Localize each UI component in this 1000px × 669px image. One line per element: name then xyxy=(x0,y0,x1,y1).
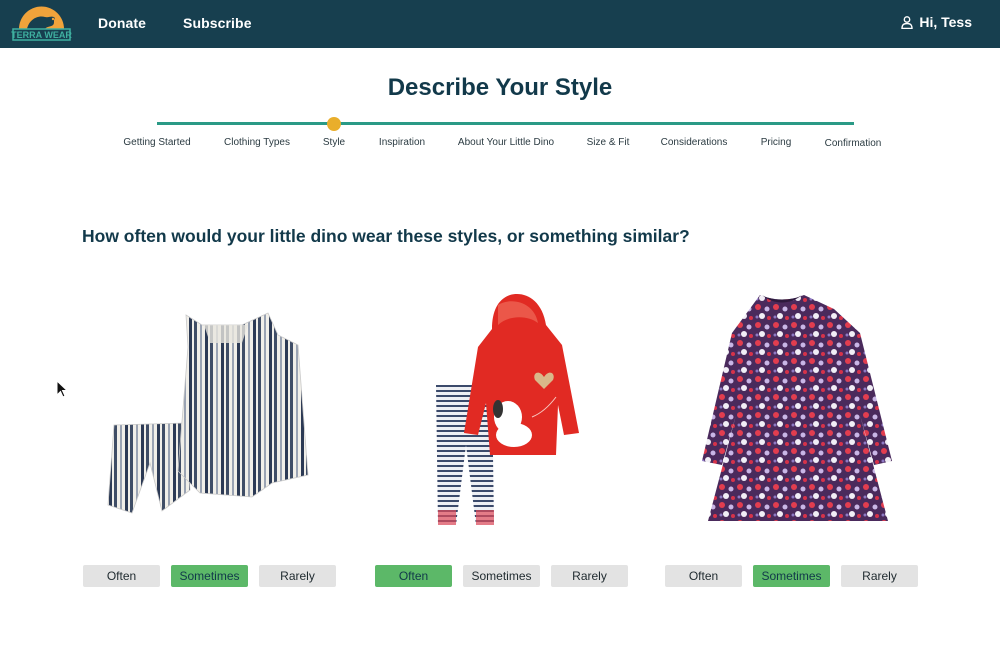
user-account-menu[interactable]: Hi, Tess xyxy=(901,14,972,30)
rating-buttons-product-1: Often Sometimes Rarely xyxy=(83,565,337,587)
striped-top-and-shorts-set-image xyxy=(107,312,309,514)
sometimes-button[interactable]: Sometimes xyxy=(463,565,540,587)
floral-dress-image xyxy=(702,295,892,521)
step-inspiration[interactable]: Inspiration xyxy=(379,137,425,148)
product-card-striped-set xyxy=(82,285,336,535)
current-step-marker xyxy=(327,117,341,131)
rarely-button[interactable]: Rarely xyxy=(551,565,628,587)
progress-track xyxy=(157,122,854,125)
step-clothing-types[interactable]: Clothing Types xyxy=(224,137,290,148)
step-confirmation[interactable]: Confirmation xyxy=(825,138,882,149)
red-hoodie-and-striped-leggings-image xyxy=(436,294,579,525)
step-about-your-little-dino[interactable]: About Your Little Dino xyxy=(458,137,554,148)
sometimes-button[interactable]: Sometimes xyxy=(753,565,830,587)
often-button[interactable]: Often xyxy=(665,565,742,587)
step-getting-started[interactable]: Getting Started xyxy=(123,137,190,148)
mouse-pointer-icon xyxy=(56,380,68,398)
terra-wear-logo[interactable]: TERRA WEAR xyxy=(11,5,72,43)
often-button[interactable]: Often xyxy=(83,565,160,587)
page-title: Describe Your Style xyxy=(387,74,613,101)
svg-text:TERRA WEAR: TERRA WEAR xyxy=(11,30,72,40)
rarely-button[interactable]: Rarely xyxy=(259,565,336,587)
nav-donate-link[interactable]: Donate xyxy=(98,15,146,31)
step-style[interactable]: Style xyxy=(323,137,345,148)
step-size-and-fit[interactable]: Size & Fit xyxy=(587,137,630,148)
style-question: How often would your little dino wear th… xyxy=(82,226,690,246)
product-card-floral-dress xyxy=(664,285,918,535)
top-navigation-bar: TERRA WEAR Donate Subscribe Hi, Tess xyxy=(0,0,1000,48)
often-button[interactable]: Often xyxy=(375,565,452,587)
rarely-button[interactable]: Rarely xyxy=(841,565,918,587)
nav-subscribe-link[interactable]: Subscribe xyxy=(183,15,252,31)
sometimes-button[interactable]: Sometimes xyxy=(171,565,248,587)
rating-buttons-product-2: Often Sometimes Rarely xyxy=(375,565,629,587)
step-considerations[interactable]: Considerations xyxy=(661,137,728,148)
rating-buttons-product-3: Often Sometimes Rarely xyxy=(665,565,919,587)
product-card-red-hoodie-set xyxy=(374,285,628,535)
user-greeting: Hi, Tess xyxy=(919,14,972,30)
step-pricing[interactable]: Pricing xyxy=(761,137,792,148)
person-icon xyxy=(901,15,914,29)
